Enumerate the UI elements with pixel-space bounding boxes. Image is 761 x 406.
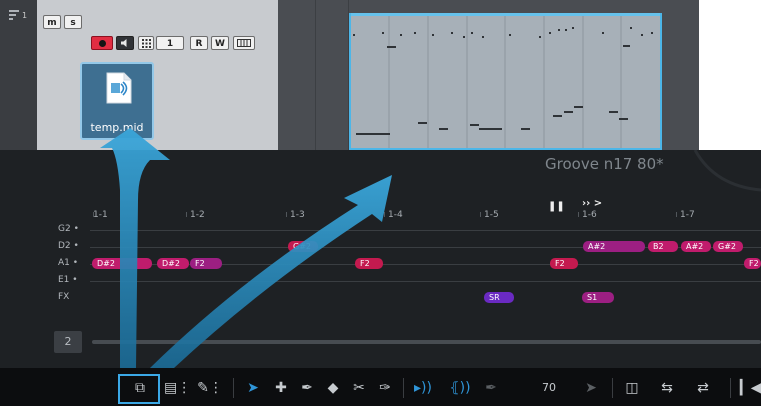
midi-file-name: temp.mid — [90, 121, 144, 134]
velocity-value[interactable]: 70 — [536, 377, 562, 399]
solo-button[interactable]: s — [64, 15, 82, 29]
toolbar-divider — [403, 378, 404, 398]
record-icon — [99, 40, 106, 47]
move-tool-icon[interactable]: ✚ — [272, 377, 290, 399]
pencil-tool-icon[interactable]: ✒ — [298, 377, 316, 399]
cycle-button[interactable]: ›› > — [582, 198, 602, 209]
note[interactable]: B2 — [648, 241, 678, 252]
ruler-label: 1-7 — [680, 210, 695, 220]
row-label-e1: E1 • — [58, 275, 78, 285]
input-routing-button[interactable] — [138, 36, 154, 50]
groove-title: Groove n17 80* — [545, 155, 664, 173]
quantize-icon[interactable]: ◫ — [622, 377, 642, 399]
row-label-g2: G2 • — [58, 224, 79, 234]
ruler-tick — [384, 212, 385, 217]
toolbar-divider — [233, 378, 234, 398]
toolbar-divider — [730, 378, 731, 398]
edit-menu-icon[interactable]: ✎⋮ — [196, 377, 224, 399]
ruler-tick — [676, 212, 677, 217]
ruler-tick — [578, 212, 579, 217]
midi-channel-field[interactable]: 1 — [156, 36, 184, 50]
marker-tool-icon[interactable]: ✑ — [376, 377, 394, 399]
ruler-label: 1-2 — [190, 210, 205, 220]
empty-panel — [699, 0, 761, 150]
play-sound-icon[interactable]: ▸)) — [412, 377, 434, 399]
record-enable-button[interactable] — [91, 36, 113, 50]
arrange-grid-line — [315, 0, 316, 150]
note[interactable]: A#2 — [681, 241, 711, 252]
ruler-tick — [480, 212, 481, 217]
midi-file-item[interactable]: temp.mid — [80, 62, 154, 140]
ruler-label: 1-6 — [582, 210, 597, 220]
note[interactable]: D#2 — [92, 258, 152, 269]
edit-instrument-button[interactable] — [233, 36, 255, 50]
note[interactable]: G#2 — [288, 241, 318, 252]
ruler-label: 1-3 — [290, 210, 305, 220]
note[interactable]: SR — [484, 292, 514, 303]
track-count-badge: 2 — [54, 331, 82, 353]
editor-corner-arc — [693, 150, 761, 192]
list-menu-icon[interactable]: ▤⋮ — [164, 377, 191, 399]
snap-icon[interactable]: ⇆ — [656, 377, 678, 399]
note[interactable]: G#2 — [713, 241, 743, 252]
ruler-tick — [186, 212, 187, 217]
velocity-pencil-icon[interactable]: ✒ — [482, 377, 500, 399]
monitor-button[interactable] — [116, 36, 134, 50]
eraser-tool-icon[interactable]: ◆ — [324, 377, 342, 399]
midi-part-header — [351, 13, 660, 16]
note[interactable]: S1 — [582, 292, 614, 303]
write-automation-button[interactable]: W — [211, 36, 229, 50]
skip-back-icon[interactable]: ▎◀ — [740, 377, 761, 399]
ruler-label: 1-5 — [484, 210, 499, 220]
scissors-tool-icon[interactable]: ✂ — [350, 377, 368, 399]
note[interactable]: F2 — [550, 258, 578, 269]
keyboard-icon — [237, 39, 251, 47]
row-line — [90, 281, 761, 282]
note[interactable]: F2 — [190, 258, 222, 269]
row-label-fx: FX — [58, 292, 70, 302]
row-label-d2: D2 • — [58, 241, 79, 251]
speaker-icon — [121, 39, 127, 47]
track-menu-icon[interactable] — [9, 10, 19, 20]
midi-input-icon[interactable]: ⦃)) — [448, 377, 472, 399]
note[interactable]: F2 — [744, 258, 761, 269]
duplicate-icon[interactable]: ⧉ — [129, 377, 151, 399]
midi-part[interactable] — [349, 13, 662, 150]
row-line — [90, 230, 761, 231]
row-label-a1: A1 • — [58, 258, 79, 268]
note[interactable]: F2 — [355, 258, 383, 269]
midi-file-icon — [106, 72, 132, 104]
ruler-label: 1-1 — [93, 210, 108, 220]
note[interactable]: A#2 — [583, 241, 645, 252]
pause-button[interactable]: ❚❚ — [548, 201, 565, 212]
track-number: 1 — [22, 11, 28, 20]
ruler-label: 1-4 — [388, 210, 403, 220]
toolbar-divider — [612, 378, 613, 398]
pointer-tool-icon[interactable]: ➤ — [244, 377, 262, 399]
ruler-tick — [286, 212, 287, 217]
legato-icon[interactable]: ⇄ — [692, 377, 714, 399]
mute-button[interactable]: m — [43, 15, 61, 29]
read-automation-button[interactable]: R — [190, 36, 208, 50]
note[interactable]: D#2 — [157, 258, 189, 269]
track-strip — [0, 0, 37, 150]
horizontal-scrollbar[interactable] — [92, 340, 761, 344]
pin-icon[interactable]: ➤ — [582, 377, 600, 399]
grid-icon — [142, 39, 151, 48]
midi-part-notes — [353, 15, 653, 148]
